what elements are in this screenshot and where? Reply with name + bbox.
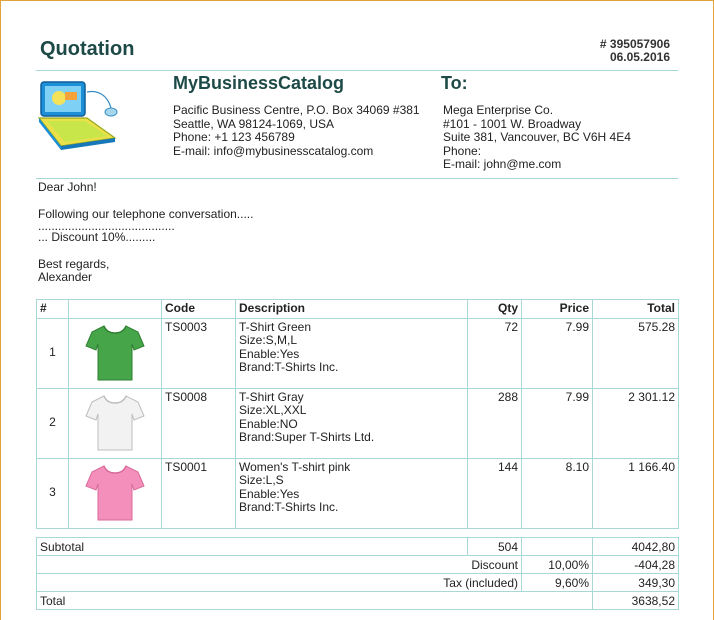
column-header-num: #	[36, 299, 69, 319]
letter-greeting: Dear John!	[38, 180, 97, 194]
product-total: 2 301.12	[592, 387, 679, 459]
table-header-row: # Code Description Qty Price Total	[36, 299, 679, 319]
product-code: TS0008	[161, 387, 236, 459]
subtotal-label: Subtotal	[36, 537, 468, 556]
product-qty: 72	[467, 317, 522, 389]
recipient-heading: To:	[441, 73, 468, 93]
column-header-qty: Qty	[467, 299, 522, 319]
recipient-phone: Phone:	[443, 143, 482, 158]
product-total: 1 166.40	[592, 457, 679, 529]
tax-value: 349,30	[592, 573, 679, 592]
product-size: Size:S,M,L	[239, 333, 298, 347]
product-total: 575.28	[592, 317, 679, 389]
product-description: T-Shirt Green Size:S,M,L Enable:Yes Brand:T…	[235, 317, 468, 389]
letter-closing: Best regards,	[38, 256, 110, 271]
product-enable: Enable:Yes	[239, 346, 300, 361]
tshirt-icon	[85, 465, 145, 521]
product-enable: Enable:Yes	[239, 486, 300, 501]
letter-body: Dear John! Following our telephone conve…	[38, 180, 253, 285]
product-image	[68, 317, 162, 389]
subtotal-row: Subtotal 504 4042,80	[36, 537, 679, 556]
discount-value: -404,28	[592, 555, 679, 574]
subtotal-value: 4042,80	[592, 537, 679, 556]
recipient-company: Mega Enterprise Co.	[443, 103, 554, 117]
discount-row: Discount 10,00% -404,28	[36, 555, 679, 574]
column-header-image	[68, 299, 162, 319]
recipient-address: Mega Enterprise Co. #101 - 1001 W. Broad…	[443, 103, 631, 172]
product-brand: Brand:T-Shirts Inc.	[239, 500, 339, 514]
items-table: # Code Description Qty Price Total 1 TS00…	[36, 299, 679, 529]
table-row: 2 TS0008 T-Shirt Gray Size:XL,XXL Enable:NO B…	[36, 387, 679, 459]
tshirt-icon	[85, 395, 145, 451]
product-price: 8.10	[521, 457, 593, 529]
seller-phone: Phone: +1 123 456789	[173, 130, 295, 144]
tax-rate: 9,60%	[521, 573, 593, 592]
address-divider	[36, 178, 678, 179]
product-brand: Brand:T-Shirts Inc.	[239, 360, 339, 374]
total-label: Total	[36, 591, 593, 610]
tshirt-icon	[85, 325, 145, 381]
product-image	[68, 387, 162, 459]
column-header-price: Price	[521, 299, 593, 319]
tax-label: Tax (included)	[36, 573, 522, 592]
column-header-code: Code	[161, 299, 236, 319]
page-title: Quotation	[40, 38, 135, 60]
column-header-total: Total	[592, 299, 679, 319]
total-row: Total 3638,52	[36, 591, 679, 610]
totals-table: Subtotal 504 4042,80 Discount 10,00% -40…	[36, 537, 679, 610]
product-description: Women's T-shirt pink Size:L,S Enable:Yes Br…	[235, 457, 468, 529]
recipient-address-line: #101 - 1001 W. Broadway	[443, 116, 582, 131]
document-number-date: # 395057906 06.05.2016	[600, 38, 670, 64]
product-name: T-Shirt Gray	[239, 389, 304, 404]
seller-name: MyBusinessCatalog	[173, 73, 345, 93]
header-divider	[36, 70, 678, 71]
product-name: Women's T-shirt pink	[239, 459, 351, 474]
product-qty: 144	[467, 457, 522, 529]
column-header-description: Description	[235, 299, 468, 319]
product-code: TS0003	[161, 317, 236, 389]
product-enable: Enable:NO	[239, 416, 298, 431]
row-number: 3	[36, 457, 69, 529]
recipient-email: E-mail: john@me.com	[443, 157, 562, 171]
seller-address-line: Seattle, WA 98124-1069, USA	[173, 116, 334, 131]
product-name: T-Shirt Green	[239, 319, 312, 334]
letter-signature: Alexander	[38, 270, 93, 284]
product-image	[68, 457, 162, 529]
product-size: Size:XL,XXL	[239, 403, 307, 417]
product-brand: Brand:Super T-Shirts Ltd.	[239, 430, 375, 444]
seller-address-line: Pacific Business Centre, P.O. Box 34069 …	[173, 103, 420, 117]
row-number: 2	[36, 387, 69, 459]
product-description: T-Shirt Gray Size:XL,XXL Enable:NO Brand:Su…	[235, 387, 468, 459]
seller-address: Pacific Business Centre, P.O. Box 34069 …	[173, 103, 420, 158]
laptop-logo-icon	[37, 81, 118, 150]
row-number: 1	[36, 317, 69, 389]
discount-rate: 10,00%	[521, 555, 593, 574]
table-row: 3 TS0001 Women's T-shirt pink Size:L,S Enabl…	[36, 457, 679, 529]
tax-row: Tax (included) 9,60% 349,30	[36, 573, 679, 592]
discount-label: Discount	[36, 555, 522, 574]
product-size: Size:L,S	[239, 473, 284, 487]
product-qty: 288	[467, 387, 522, 459]
product-price: 7.99	[521, 387, 593, 459]
recipient-address-line: Suite 381, Vancouver, BC V6H 4E4	[443, 130, 631, 144]
subtotal-qty: 504	[467, 537, 522, 556]
letter-line: ... Discount 10%.........	[38, 230, 156, 244]
product-code: TS0001	[161, 457, 236, 529]
product-price: 7.99	[521, 317, 593, 389]
document-date: 06.05.2016	[609, 50, 670, 64]
total-value: 3638,52	[592, 591, 679, 610]
seller-email: E-mail: info@mybusinesscatalog.com	[173, 143, 374, 158]
table-row: 1 TS0003 T-Shirt Green Size:S,M,L Enable:Yes…	[36, 317, 679, 389]
subtotal-empty	[521, 537, 593, 556]
